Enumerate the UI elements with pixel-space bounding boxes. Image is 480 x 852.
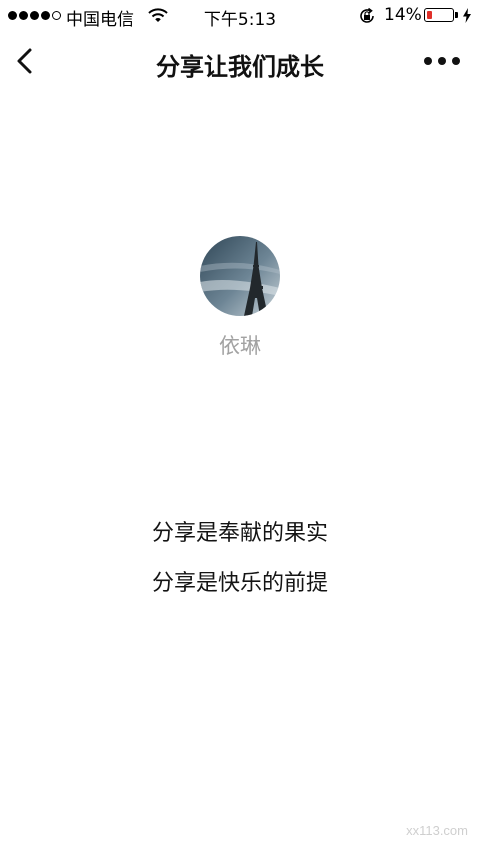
battery-level — [427, 11, 432, 19]
eiffel-tower-image — [200, 236, 280, 316]
battery-percentage: 14% — [384, 5, 422, 25]
status-bar: 中国电信 下午5:13 14% — [0, 0, 480, 32]
more-options-icon[interactable] — [420, 46, 464, 76]
username: 依琳 — [219, 334, 261, 358]
quote-line: 分享是奉献的果实 — [151, 521, 328, 546]
battery-nub — [455, 12, 458, 18]
charging-bolt-icon — [463, 8, 471, 23]
page-title: 分享让我们成长 — [156, 53, 324, 81]
avatar[interactable] — [200, 236, 280, 316]
battery-icon — [424, 8, 454, 22]
watermark: xx113.com — [406, 823, 468, 838]
rotation-lock-icon — [360, 7, 374, 23]
navigation-bar: 分享让我们成长 — [0, 32, 480, 94]
quote-line: 分享是快乐的前提 — [151, 571, 328, 596]
